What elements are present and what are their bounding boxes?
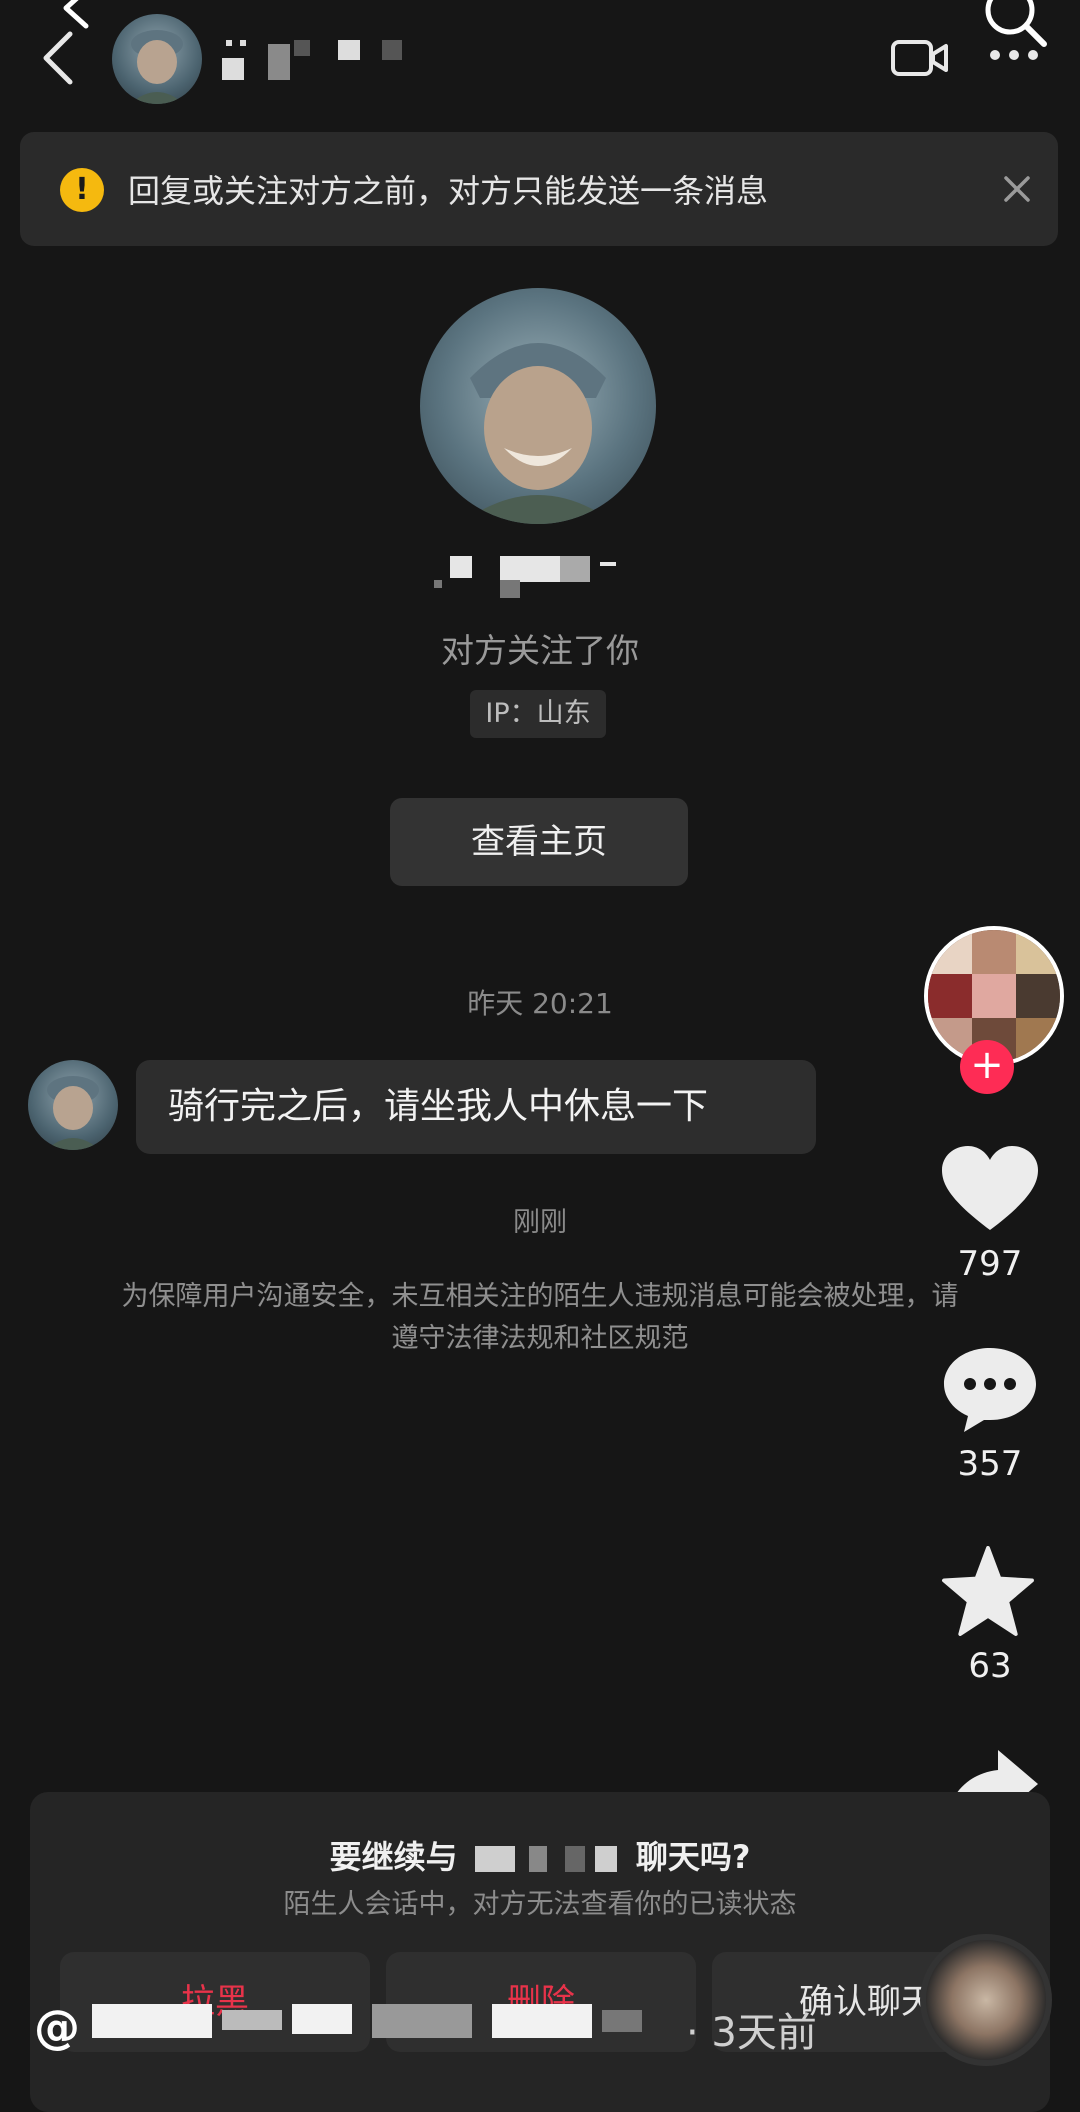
favorite-count: 63 [968, 1646, 1012, 1686]
video-call-icon[interactable] [890, 36, 950, 80]
caption-author-redacted[interactable] [92, 2000, 652, 2050]
notice-banner: ! 回复或关注对方之前，对方只能发送一条消息 [20, 132, 1058, 246]
message-bubble[interactable]: 骑行完之后，请坐我人中休息一下 [136, 1060, 816, 1154]
close-icon[interactable] [1000, 172, 1034, 206]
comment-count: 357 [957, 1444, 1023, 1484]
contact-avatar[interactable] [112, 14, 202, 104]
sheet-subtitle: 陌生人会话中，对方无法查看你的已读状态 [283, 1889, 797, 1920]
notice-text: 回复或关注对方之前，对方只能发送一条消息 [128, 172, 769, 210]
system-timestamp: 刚刚 [513, 1207, 567, 1238]
view-homepage-button[interactable]: 查看主页 [390, 798, 688, 886]
sheet-title: 要继续与 聊天吗? [30, 1832, 1050, 1878]
follow-status: 对方关注了你 [441, 631, 639, 670]
search-icon[interactable] [980, 0, 1050, 50]
warning-icon: ! [60, 168, 104, 212]
comment-icon[interactable] [940, 1344, 1040, 1434]
back-icon-secondary[interactable] [58, 0, 94, 32]
profile-name-redacted [430, 552, 660, 600]
back-icon[interactable] [36, 28, 80, 88]
ip-location-tag: IP：山东 [470, 690, 606, 738]
like-count: 797 [957, 1244, 1023, 1284]
profile-avatar[interactable] [420, 288, 656, 524]
sheet-title-prefix: 要继续与 [329, 1838, 458, 1876]
sheet-name-redacted [469, 1842, 625, 1876]
continue-chat-sheet: 要继续与 聊天吗? 陌生人会话中，对方无法查看你的已读状态 拉黑 删除 确认聊天 [30, 1792, 1050, 2112]
sheet-title-suffix: 聊天吗? [635, 1838, 751, 1876]
safety-notice: 为保障用户沟通安全，未互相关注的陌生人违规消息可能会被处理，请遵守法律法规和社区… [121, 1281, 959, 1354]
contact-name-redacted [222, 36, 412, 84]
message-timestamp: 昨天 20:21 [467, 987, 613, 1020]
caption-time: · 3天前 [686, 2010, 817, 2056]
favorite-star-icon[interactable] [938, 1546, 1038, 1636]
more-icon[interactable] [988, 48, 1040, 62]
sender-avatar[interactable] [28, 1060, 118, 1150]
caption-at-sign: @ [34, 2000, 80, 2054]
like-heart-icon[interactable] [940, 1144, 1040, 1234]
follow-plus-button[interactable]: + [960, 1040, 1014, 1094]
music-disc-avatar[interactable] [920, 1934, 1052, 2066]
